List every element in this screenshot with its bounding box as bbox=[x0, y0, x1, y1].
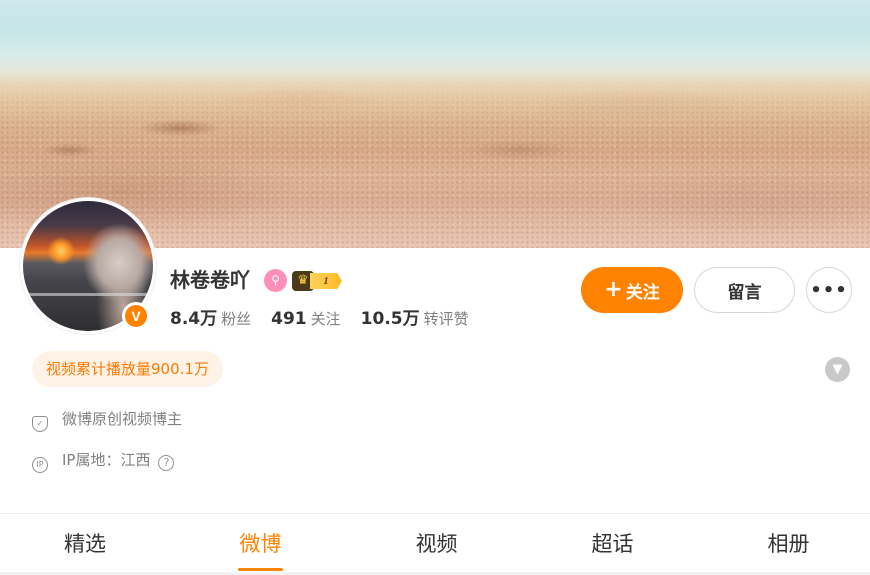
verified-icon: V bbox=[122, 302, 150, 330]
ip-location-text: IP属地：江西 bbox=[62, 451, 151, 469]
stat-rcl-label: 转评赞 bbox=[423, 310, 469, 328]
message-button[interactable]: 留言 bbox=[694, 267, 795, 313]
cover-banner bbox=[0, 0, 870, 248]
tabs-divider bbox=[0, 513, 870, 514]
member-level-number: 1 bbox=[310, 273, 342, 289]
play-count-badge: 视频累计播放量900.1万 bbox=[32, 351, 223, 387]
ip-location-row: IP IP属地：江西? bbox=[32, 448, 175, 473]
creator-tag-row: ✓ 微博原创视频博主 bbox=[32, 407, 183, 432]
chevron-down-icon[interactable]: ▼ bbox=[825, 357, 850, 382]
active-tab-indicator bbox=[238, 568, 283, 571]
plus-icon: + bbox=[604, 277, 623, 302]
stat-following[interactable]: 491 关注 bbox=[271, 306, 341, 332]
creator-tag-text: 微博原创视频博主 bbox=[62, 410, 183, 428]
stat-fans-value: 8.4万 bbox=[170, 309, 218, 329]
vip-lens-icon[interactable]: ⚲ bbox=[264, 269, 287, 292]
stat-fans[interactable]: 8.4万 粉丝 bbox=[170, 306, 251, 332]
stat-fans-label: 粉丝 bbox=[221, 310, 252, 328]
follow-label: 关注 bbox=[625, 282, 660, 303]
stat-reposts-comments-likes: 10.5万 转评赞 bbox=[361, 306, 469, 332]
tab-videos[interactable]: 视频 bbox=[413, 528, 460, 560]
shield-icon: ✓ bbox=[32, 416, 48, 432]
stat-following-label: 关注 bbox=[310, 310, 341, 328]
tab-weibo[interactable]: 微博 bbox=[237, 528, 284, 560]
profile-stats: 8.4万 粉丝 491 关注 10.5万 转评赞 bbox=[170, 306, 489, 332]
member-level-badge[interactable]: ♛ 1 bbox=[292, 271, 346, 291]
avatar-railing bbox=[23, 293, 153, 296]
stat-following-value: 491 bbox=[271, 309, 307, 329]
help-icon[interactable]: ? bbox=[158, 455, 175, 471]
tab-album[interactable]: 相册 bbox=[765, 528, 812, 560]
profile-name: 林卷卷吖 bbox=[170, 268, 250, 292]
cover-texture bbox=[0, 0, 870, 248]
tab-featured[interactable]: 精选 bbox=[62, 528, 108, 560]
stat-rcl-value: 10.5万 bbox=[360, 309, 420, 329]
follow-button[interactable]: + 关注 bbox=[581, 267, 683, 313]
ip-icon: IP bbox=[32, 457, 48, 473]
tab-supertopic[interactable]: 超话 bbox=[589, 528, 636, 560]
more-options-button[interactable]: ••• bbox=[806, 267, 852, 313]
